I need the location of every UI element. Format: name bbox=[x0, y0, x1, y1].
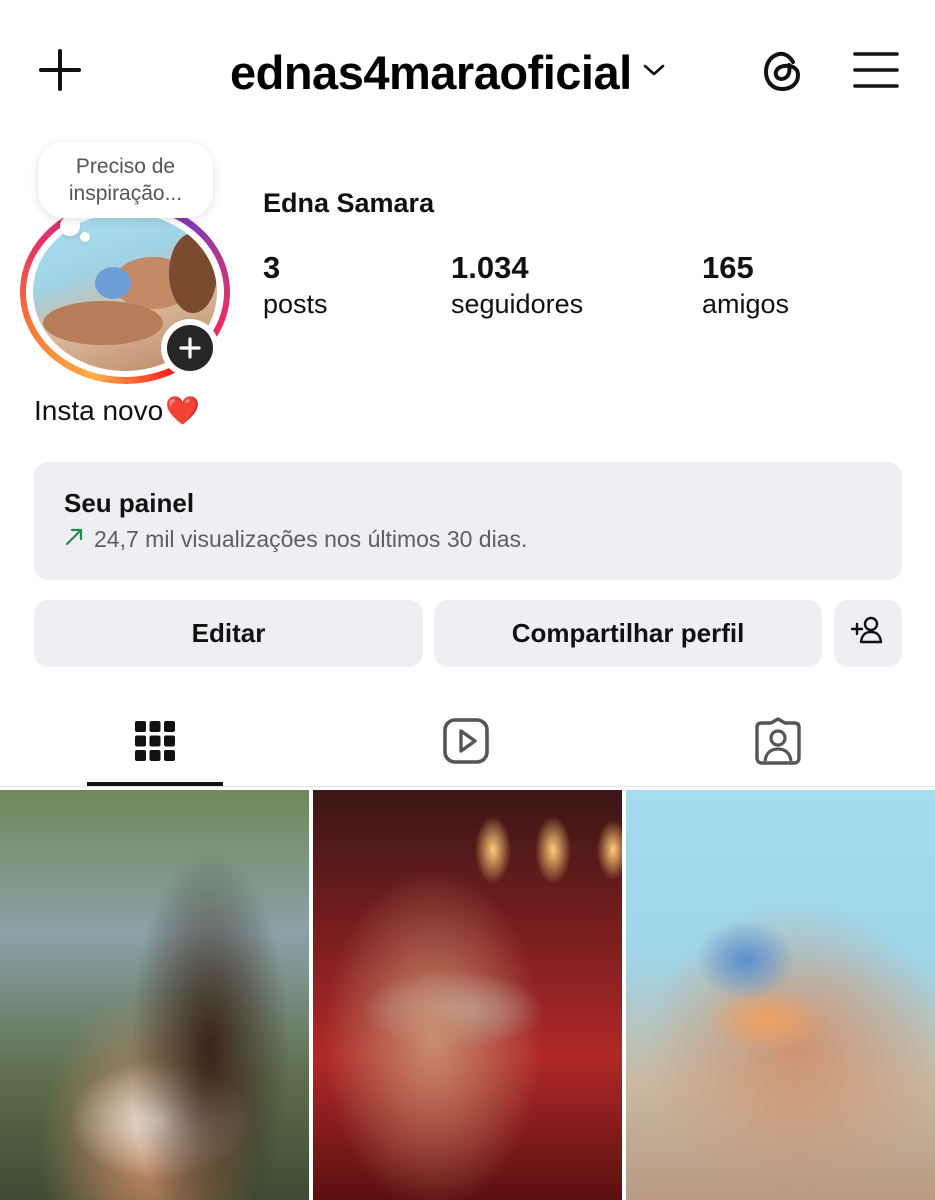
dashboard-subtitle-row: 24,7 mil visualizações nos últimos 30 di… bbox=[64, 526, 527, 553]
threads-icon[interactable] bbox=[757, 46, 807, 96]
stat-friends[interactable]: 165 amigos bbox=[702, 250, 789, 322]
account-switcher[interactable]: ednas4maraoficial bbox=[230, 40, 666, 104]
add-story-button[interactable] bbox=[161, 319, 219, 377]
tab-tagged[interactable] bbox=[710, 700, 846, 786]
discover-people-button[interactable] bbox=[834, 600, 902, 667]
bio: Insta novo ❤️ bbox=[34, 394, 200, 427]
chevron-down-icon bbox=[642, 62, 666, 83]
edit-profile-button[interactable]: Editar bbox=[34, 600, 423, 667]
tab-posts-grid[interactable] bbox=[87, 700, 223, 786]
posts-count: 3 bbox=[263, 250, 281, 285]
heart-emoji: ❤️ bbox=[165, 395, 201, 426]
bio-text: Insta novo bbox=[34, 394, 164, 426]
post-thumbnail[interactable] bbox=[0, 790, 309, 1200]
reels-icon bbox=[442, 717, 490, 770]
full-name: Edna Samara bbox=[263, 188, 435, 218]
stat-posts: 3 posts bbox=[263, 250, 328, 322]
post-thumbnail[interactable] bbox=[313, 790, 622, 1200]
followers-label: seguidores bbox=[451, 289, 584, 319]
add-icon bbox=[167, 325, 213, 371]
tagged-icon bbox=[753, 716, 803, 770]
grid-icon bbox=[134, 720, 176, 767]
friends-label: amigos bbox=[702, 289, 790, 319]
trend-up-icon bbox=[64, 526, 84, 553]
stat-followers[interactable]: 1.034 seguidores bbox=[451, 250, 583, 322]
tab-reels[interactable] bbox=[398, 700, 534, 786]
followers-count: 1.034 bbox=[451, 250, 529, 285]
share-profile-button[interactable]: Compartilhar perfil bbox=[434, 600, 822, 667]
note-text: Preciso de inspiração... bbox=[68, 155, 183, 205]
professional-dashboard[interactable]: Seu painel 24,7 mil visualizações nos úl… bbox=[34, 462, 902, 580]
friends-count: 165 bbox=[702, 250, 754, 285]
username: ednas4maraoficial bbox=[230, 45, 632, 99]
dashboard-subtitle: 24,7 mil visualizações nos últimos 30 di… bbox=[94, 526, 528, 552]
posts-label: posts bbox=[263, 289, 328, 319]
plus-icon[interactable] bbox=[36, 46, 84, 94]
share-label: Compartilhar perfil bbox=[511, 618, 745, 648]
dashboard-title: Seu painel bbox=[64, 488, 195, 518]
add-person-icon bbox=[850, 615, 885, 652]
edit-label: Editar bbox=[191, 618, 266, 648]
menu-icon[interactable] bbox=[852, 48, 900, 92]
post-thumbnail[interactable] bbox=[626, 790, 935, 1200]
note-bubble[interactable]: Preciso de inspiração... bbox=[38, 142, 213, 218]
